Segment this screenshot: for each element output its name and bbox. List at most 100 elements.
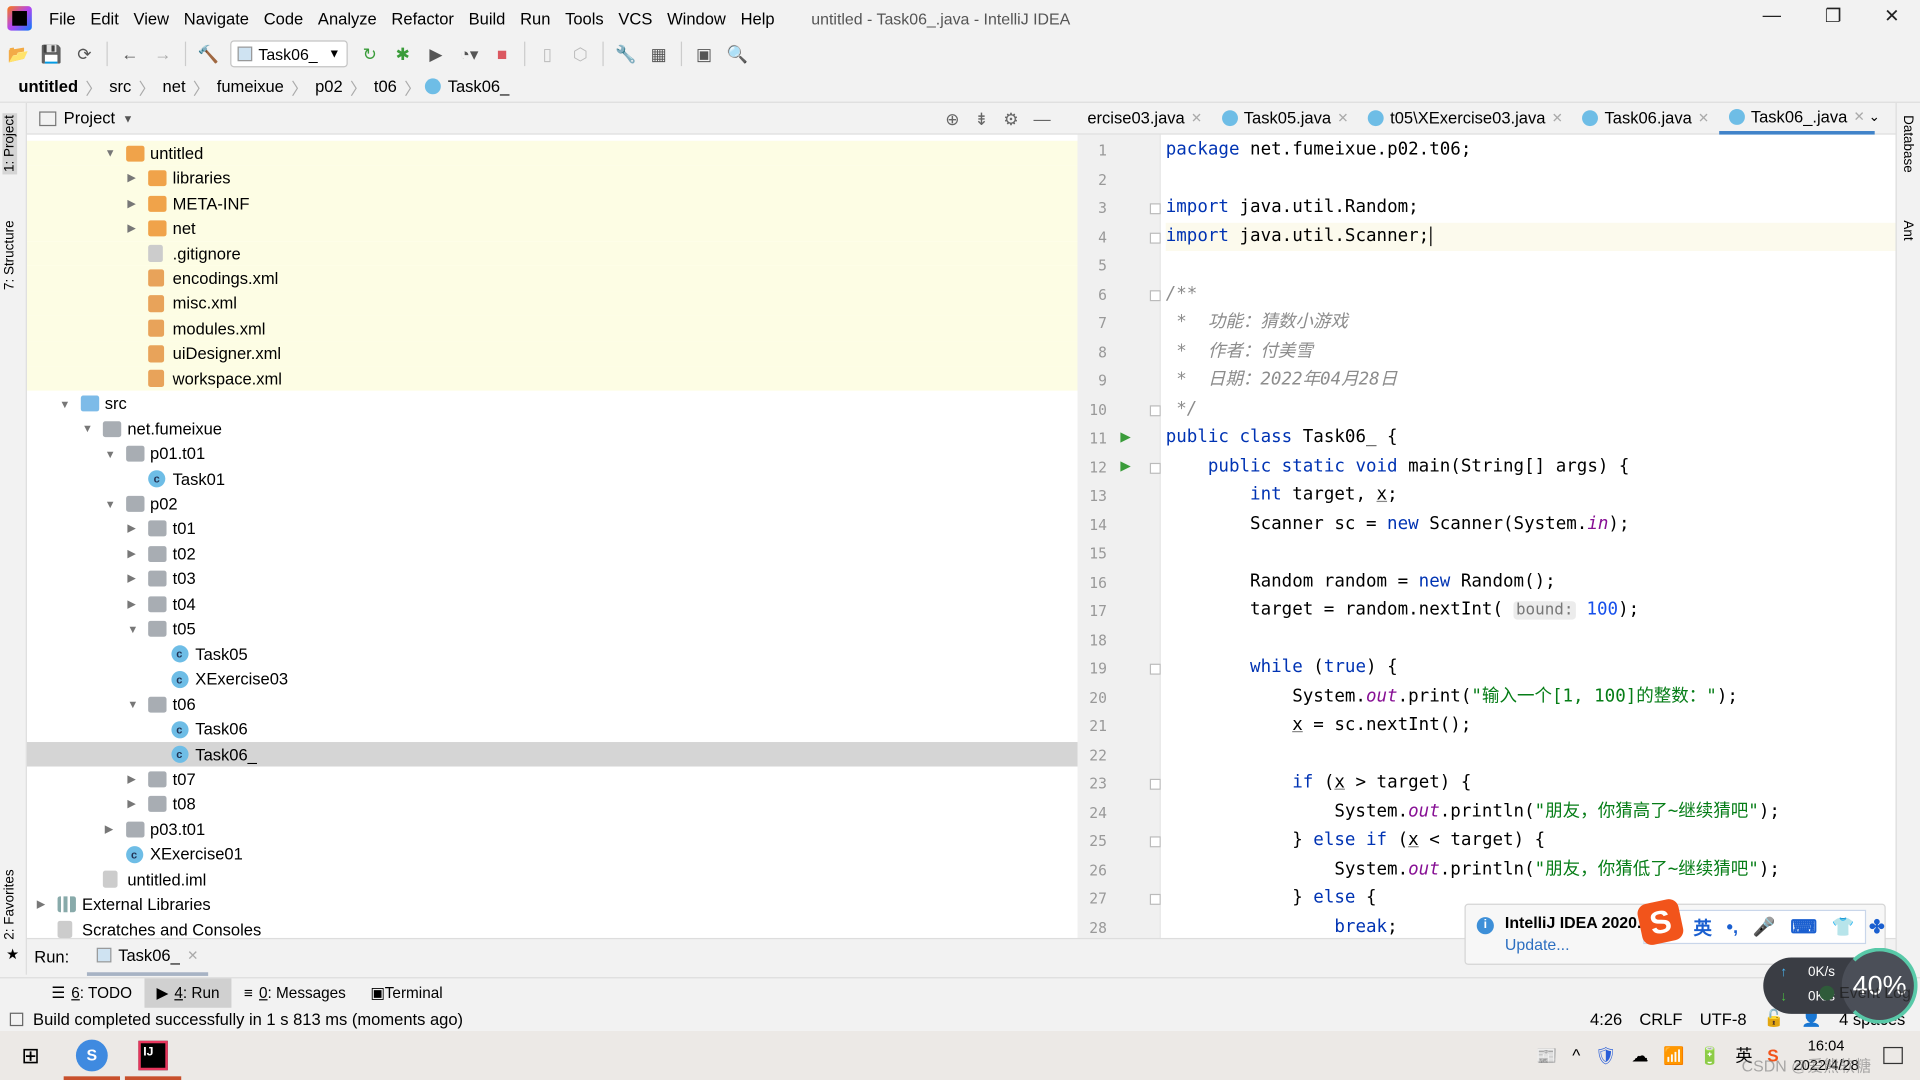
tree-item[interactable]: ▶ META-INF	[26, 190, 1078, 216]
tree-item[interactable]: ▼ t06	[27, 692, 1078, 717]
locate-icon[interactable]: ⊕	[945, 108, 959, 129]
expand-down-icon[interactable]: ▼	[59, 398, 74, 410]
menu-analyze[interactable]: Analyze	[311, 9, 385, 27]
menu-view[interactable]: View	[126, 9, 176, 27]
tree-item[interactable]: ▼ t05	[27, 617, 1078, 642]
expand-right-icon[interactable]: ▶	[127, 172, 142, 185]
expand-down-icon[interactable]: ▼	[105, 147, 120, 159]
fold-marker-icon[interactable]	[1149, 232, 1161, 244]
tree-item[interactable]: encodings.xml	[26, 266, 1078, 292]
toolbox-icon[interactable]: ✤	[1869, 916, 1884, 938]
search-icon[interactable]: 🔍	[726, 43, 748, 65]
tool-tab-ant[interactable]: Ant	[1900, 220, 1915, 240]
tree-item[interactable]: Scratches and Consoles	[27, 917, 1078, 938]
sdk-icon[interactable]: ⬡	[569, 43, 591, 65]
expand-down-icon[interactable]: ▼	[105, 448, 120, 460]
menu-edit[interactable]: Edit	[83, 9, 126, 27]
menu-build[interactable]: Build	[461, 9, 512, 27]
breadcrumb-item[interactable]: untitled	[15, 77, 82, 95]
hide-icon[interactable]: —	[1034, 109, 1051, 129]
expand-right-icon[interactable]: ▶	[127, 547, 142, 560]
fold-marker-icon[interactable]	[1149, 203, 1161, 215]
fold-marker-icon[interactable]	[1149, 663, 1161, 675]
start-button[interactable]: ⊞	[0, 1031, 61, 1080]
tool-tab-project[interactable]: 1: Project	[2, 112, 18, 175]
expand-down-icon[interactable]: ▼	[127, 698, 142, 710]
expand-right-icon[interactable]: ▶	[127, 222, 142, 235]
expand-right-icon[interactable]: ▶	[37, 898, 52, 911]
tree-item[interactable]: c XExercise01	[27, 842, 1078, 867]
tree-item[interactable]: c XExercise03	[27, 667, 1078, 692]
bottom-tab[interactable]: ▣ Terminal	[358, 978, 455, 1007]
fold-marker-icon[interactable]	[1149, 462, 1161, 474]
editor-tab[interactable]: ercise03.java ✕	[1078, 102, 1212, 134]
fold-marker-icon[interactable]	[1149, 836, 1161, 848]
close-icon[interactable]: ✕	[1552, 110, 1563, 126]
run-tab[interactable]: Task06_ ✕	[86, 939, 209, 976]
code-editor[interactable]: package net.fumeixue.p02.t06; import java…	[1160, 134, 1896, 938]
breadcrumb-item[interactable]: t06	[370, 77, 400, 95]
fold-marker-icon[interactable]	[1149, 893, 1161, 905]
taskbar-intellij[interactable]: IJ	[122, 1031, 183, 1080]
device-icon[interactable]: ▯	[536, 43, 558, 65]
tree-item[interactable]: c Task05	[27, 642, 1078, 667]
chevron-down-icon[interactable]: ▼	[122, 112, 133, 124]
tool-tab-structure[interactable]: 7: Structure	[2, 220, 17, 290]
status-toggle-icon[interactable]	[9, 1012, 24, 1026]
menu-code[interactable]: Code	[256, 9, 310, 27]
expand-right-icon[interactable]: ▶	[127, 572, 142, 585]
tree-item[interactable]: ▶ libraries	[26, 165, 1078, 191]
bottom-tab[interactable]: ≡ 0: Messages	[232, 978, 358, 1007]
taskbar-sogou-browser[interactable]: S	[61, 1031, 122, 1080]
file-encoding[interactable]: UTF-8	[1700, 1010, 1747, 1028]
expand-down-icon[interactable]: ▼	[105, 498, 120, 510]
tree-item[interactable]: ▶ t07	[27, 767, 1078, 792]
tree-item[interactable]: c Task06	[27, 717, 1078, 742]
close-button[interactable]: ✕	[1864, 5, 1920, 27]
open-folder-icon[interactable]: 📂	[7, 43, 29, 65]
sogou-logo-icon[interactable]: S	[1635, 897, 1686, 947]
run-config-select[interactable]: Task06_ ▼	[230, 40, 348, 68]
build-hammer-icon[interactable]: 🔨	[197, 43, 219, 65]
editor-tab[interactable]: Task06.java ✕	[1573, 102, 1719, 134]
run-gutter-icon[interactable]: ▶	[1120, 457, 1130, 474]
expand-right-icon[interactable]: ▶	[127, 773, 142, 786]
event-log-button[interactable]: Event Log	[1819, 983, 1911, 1002]
run-gutter-icon[interactable]: ▶	[1120, 429, 1130, 445]
tree-item[interactable]: ▶ net	[26, 215, 1078, 241]
editor-tab[interactable]: Task05.java ✕	[1212, 102, 1358, 134]
bottom-tab[interactable]: ▶ 4: Run	[144, 977, 232, 1008]
close-icon[interactable]: ✕	[1853, 108, 1864, 125]
expand-right-icon[interactable]: ▶	[127, 197, 142, 210]
back-icon[interactable]: ←	[119, 43, 141, 65]
tree-item[interactable]: untitled.iml	[27, 867, 1078, 892]
security-shield-icon[interactable]: 🛡	[1595, 1045, 1617, 1066]
expand-down-icon[interactable]: ▼	[127, 623, 142, 635]
minimize-button[interactable]: —	[1744, 5, 1800, 26]
expand-right-icon[interactable]: ▶	[105, 823, 120, 836]
menu-file[interactable]: File	[42, 9, 83, 27]
punctuation-icon[interactable]: •,	[1727, 917, 1739, 938]
tree-item[interactable]: ▶ t02	[27, 541, 1078, 566]
chevron-up-icon[interactable]: ^	[1572, 1046, 1580, 1066]
tree-item[interactable]: ▶ p03.t01	[27, 817, 1078, 842]
menu-window[interactable]: Window	[660, 9, 733, 27]
fold-marker-icon[interactable]	[1149, 778, 1161, 790]
gear-icon[interactable]: ⚙	[1003, 108, 1018, 129]
breadcrumb-item[interactable]: p02	[311, 77, 346, 95]
news-icon[interactable]: 📰	[1536, 1045, 1557, 1066]
keyboard-icon[interactable]: ⌨	[1790, 916, 1817, 938]
expand-right-icon[interactable]: ▶	[127, 597, 142, 610]
close-icon[interactable]: ✕	[187, 947, 198, 963]
tree-item[interactable]: uiDesigner.xml	[26, 341, 1078, 367]
coverage-icon[interactable]: ▶	[425, 43, 447, 65]
tree-item[interactable]: ▼ net.fumeixue	[27, 416, 1078, 441]
breadcrumb-item[interactable]: src	[106, 77, 135, 95]
tree-item[interactable]: ▶ t08	[27, 792, 1078, 817]
sync-icon[interactable]: ⟳	[73, 43, 95, 65]
project-view-select[interactable]: Project	[64, 109, 115, 127]
breadcrumb-item[interactable]: fumeixue	[213, 77, 287, 95]
profile-icon[interactable]: ◔▾	[458, 43, 480, 65]
menu-help[interactable]: Help	[733, 9, 782, 27]
tree-item[interactable]: ▶ t03	[27, 566, 1078, 591]
